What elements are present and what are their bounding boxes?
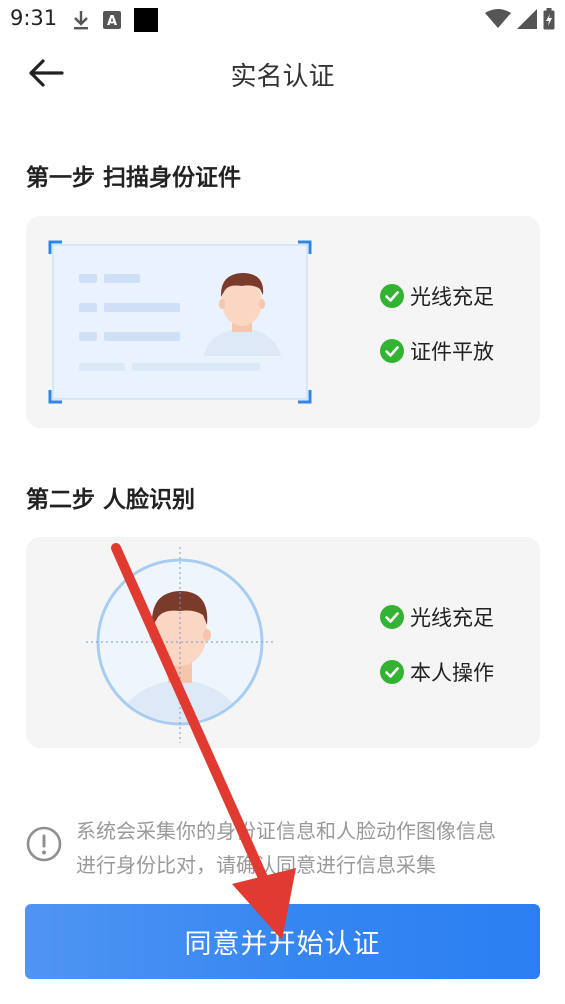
status-bar: 9:31 A — [0, 0, 565, 40]
check-label: 本人操作 — [410, 661, 494, 685]
notice-text: 系统会采集你的身份证信息和人脸动作图像信息 进行身份比对，请确认同意进行信息采集 — [76, 814, 546, 882]
step1-title: 第一步 扫描身份证件 — [26, 165, 242, 191]
signal-icon — [517, 9, 537, 29]
step2-checklist: 光线充足 本人操作 — [380, 603, 494, 713]
step1-card: 光线充足 证件平放 — [26, 216, 540, 428]
wifi-icon — [485, 9, 511, 28]
check-circle-icon — [380, 339, 404, 363]
step2-card: 光线充足 本人操作 — [26, 537, 540, 748]
check-item: 光线充足 — [380, 282, 494, 310]
status-icons-left: A — [72, 8, 158, 32]
download-icon — [74, 11, 88, 30]
check-label: 证件平放 — [410, 340, 494, 364]
face-scan-illustration — [86, 547, 274, 743]
info-icon — [26, 826, 62, 862]
status-icons-right — [485, 8, 555, 30]
navigation-header: 实名认证 — [0, 40, 565, 106]
page-title: 实名认证 — [230, 62, 335, 92]
svg-text:A: A — [107, 14, 117, 29]
step1-checklist: 光线充足 证件平放 — [380, 282, 494, 392]
check-item: 本人操作 — [380, 658, 494, 686]
check-circle-icon — [380, 605, 404, 629]
id-card-illustration — [48, 240, 312, 404]
battery-icon — [543, 8, 555, 30]
check-item: 光线充足 — [380, 603, 494, 631]
step2-title: 第二步 人脸识别 — [26, 487, 196, 513]
a-badge-icon: A — [103, 11, 121, 29]
notice-line-2: 进行身份比对，请确认同意进行信息采集 — [76, 853, 436, 877]
status-time: 9:31 — [10, 6, 58, 30]
check-circle-icon — [380, 284, 404, 308]
check-circle-icon — [380, 660, 404, 684]
check-label: 光线充足 — [410, 606, 494, 630]
black-square-icon — [134, 8, 158, 32]
check-label: 光线充足 — [410, 285, 494, 309]
notice-line-1: 系统会采集你的身份证信息和人脸动作图像信息 — [76, 819, 496, 843]
check-item: 证件平放 — [380, 337, 494, 365]
agree-and-start-button[interactable]: 同意并开始认证 — [25, 904, 540, 979]
